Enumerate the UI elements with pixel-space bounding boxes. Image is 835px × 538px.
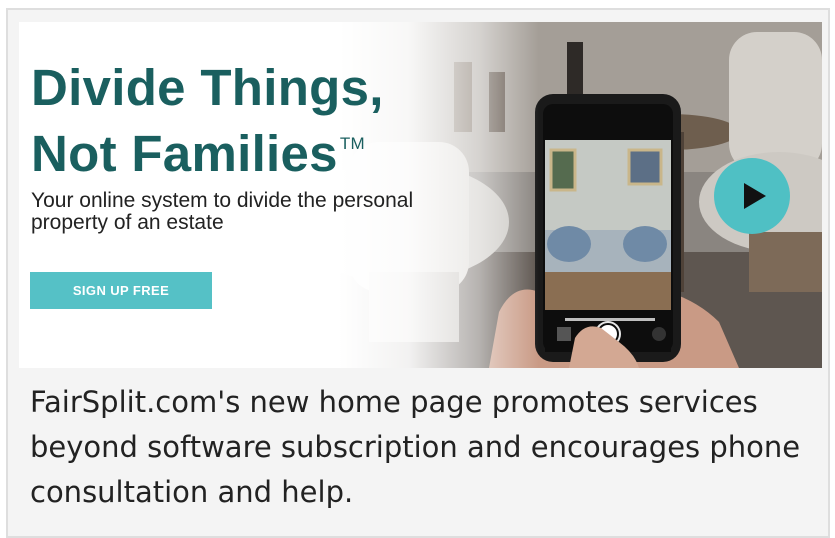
figure-frame: Divide Things, Not Families TM Your onlin… xyxy=(6,8,830,538)
sign-up-free-button[interactable]: SIGN UP FREE xyxy=(30,272,212,309)
hero-subtitle: Your online system to divide the persona… xyxy=(31,189,414,234)
headline-line-2: Not Families xyxy=(31,125,338,182)
headline-line-1: Divide Things, xyxy=(31,59,384,116)
play-video-button[interactable] xyxy=(714,158,790,234)
image-caption: FairSplit.com's new home page promotes s… xyxy=(30,385,801,509)
trademark-mark: TM xyxy=(339,134,365,153)
hero-headline: Divide Things, Not Families TM xyxy=(31,60,384,182)
hero-banner: Divide Things, Not Families TM Your onlin… xyxy=(19,22,822,368)
play-icon xyxy=(744,183,766,209)
